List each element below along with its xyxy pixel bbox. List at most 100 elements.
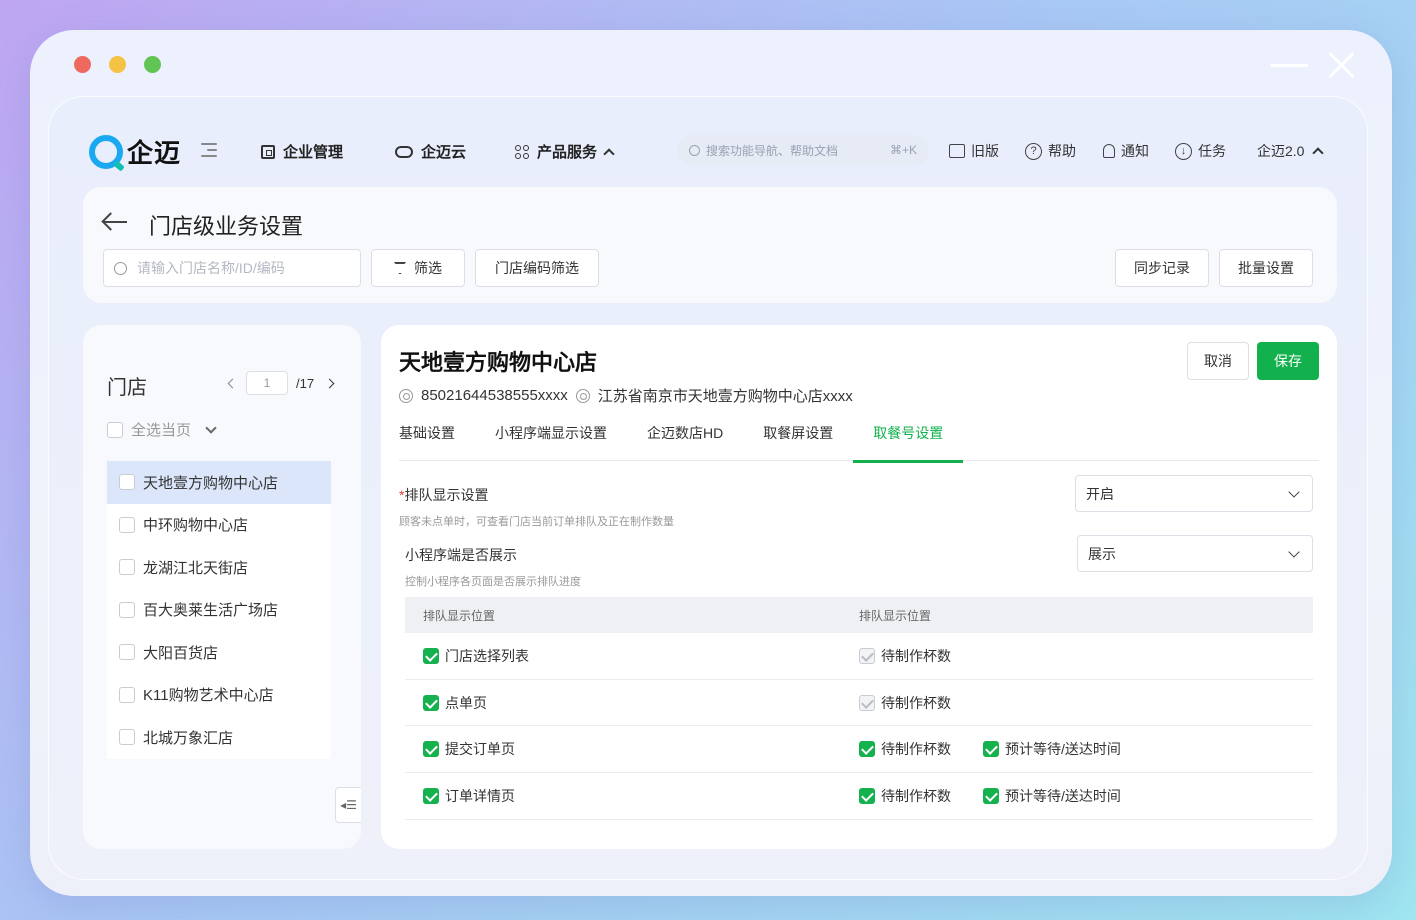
tool-tasks[interactable]: ↓ 任务 (1175, 141, 1226, 161)
close-window-dot[interactable] (74, 56, 91, 73)
store-checkbox[interactable] (119, 644, 135, 661)
store-search-input[interactable]: 请输入门店名称/ID/编码 (103, 249, 361, 287)
option[interactable]: 预计等待/送达时间 (983, 739, 1121, 759)
page-label: 门店选择列表 (445, 647, 529, 664)
page-cell[interactable]: 门店选择列表 (405, 646, 859, 666)
store-name: 天地壹方购物中心店 (143, 474, 279, 492)
store-name: 北城万象汇店 (143, 729, 234, 747)
column-header: 排队显示位置 (859, 608, 932, 623)
back-arrow-icon[interactable] (103, 211, 127, 233)
select-value: 展示 (1088, 545, 1116, 562)
tool-notifications[interactable]: 通知 (1103, 141, 1149, 161)
store-name: 百大奥莱生活广场店 (143, 602, 279, 620)
store-checkbox[interactable] (119, 474, 135, 491)
store-name: 龙湖江北天街店 (143, 559, 249, 577)
old-version-icon (949, 144, 965, 158)
tab-pickup-screen[interactable]: 取餐屏设置 (743, 421, 853, 461)
chevron-down-icon[interactable] (205, 421, 217, 434)
minimize-window-dot[interactable] (109, 56, 126, 73)
store-checkbox[interactable] (119, 516, 135, 533)
close-icon[interactable] (1326, 50, 1356, 80)
global-search-input[interactable]: 搜索功能导航、帮助文档 ⌘+K (677, 135, 929, 165)
tab-pickup-number[interactable]: 取餐号设置 (853, 421, 964, 463)
option-checkbox[interactable] (859, 741, 875, 758)
table-header: 排队显示位置 排队显示位置 (405, 597, 1313, 633)
save-button[interactable]: 保存 (1257, 342, 1319, 380)
logo-text: 企迈 (127, 138, 182, 168)
table-row: 门店选择列表 待制作杯数 (405, 633, 1313, 680)
setting-label: 小程序端是否展示 (405, 545, 581, 565)
option-checkbox[interactable] (859, 787, 875, 804)
store-code-filter-button[interactable]: 门店编码筛选 (475, 249, 599, 287)
batch-label: 批量设置 (1238, 260, 1294, 276)
miniprogram-display-select[interactable]: 展示 (1077, 535, 1313, 572)
option: 待制作杯数 (859, 646, 951, 666)
queue-display-select[interactable]: 开启 (1075, 475, 1313, 512)
chevron-left-icon[interactable] (227, 378, 238, 388)
store-checkbox[interactable] (119, 729, 135, 746)
list-item[interactable]: 天地壹方购物中心店 (107, 461, 331, 504)
store-checkbox[interactable] (119, 601, 135, 618)
tool-old-version[interactable]: 旧版 (949, 141, 999, 161)
tab-hd[interactable]: 企迈数店HD (627, 421, 743, 461)
sync-records-button[interactable]: 同步记录 (1115, 249, 1209, 287)
option-checkbox[interactable] (983, 787, 999, 804)
tool-label: 帮助 (1048, 143, 1076, 159)
page-total: /17 (296, 375, 315, 391)
page-checkbox[interactable] (423, 741, 439, 758)
collapse-panel-icon[interactable]: ◂☰ (335, 787, 361, 823)
select-all-label: 全选当页 (131, 422, 192, 439)
version-switch[interactable]: 企迈2.0 (1257, 141, 1325, 161)
page-cell[interactable]: 点单页 (405, 693, 859, 713)
menu-collapse-icon[interactable] (201, 143, 217, 157)
select-all-page[interactable]: 全选当页 (107, 419, 217, 440)
list-item[interactable]: 大阳百货店 (107, 631, 331, 674)
list-item[interactable]: 百大奥莱生活广场店 (107, 589, 331, 632)
option-checkbox[interactable] (983, 741, 999, 758)
top-navigation: 企迈 企业管理 企迈云 产品服务 搜索功能导航、帮助文档 ⌘+K 旧版 ? 帮助… (49, 97, 1367, 187)
page-checkbox[interactable] (423, 787, 439, 804)
chevron-up-icon (1312, 147, 1325, 159)
nav-enterprise[interactable]: 企业管理 (261, 141, 343, 162)
id-icon (399, 388, 413, 403)
chevron-right-icon[interactable] (324, 378, 335, 388)
version-label: 企迈2.0 (1257, 143, 1305, 159)
filter-button[interactable]: 筛选 (371, 249, 465, 287)
logo[interactable]: 企迈 (89, 133, 181, 170)
option[interactable]: 待制作杯数 (859, 786, 951, 806)
options-cell: 待制作杯数 (859, 693, 977, 713)
option[interactable]: 预计等待/送达时间 (983, 786, 1121, 806)
filter-label: 筛选 (414, 260, 442, 276)
batch-settings-button[interactable]: 批量设置 (1219, 249, 1313, 287)
store-checkbox[interactable] (119, 686, 135, 703)
list-item[interactable]: 龙湖江北天街店 (107, 546, 331, 589)
tab-basic[interactable]: 基础设置 (399, 421, 475, 461)
list-item[interactable]: K11购物艺术中心店 (107, 674, 331, 717)
cancel-button[interactable]: 取消 (1187, 342, 1249, 380)
select-all-checkbox[interactable] (107, 421, 123, 438)
page-number-input[interactable]: 1 (246, 371, 288, 395)
option-label: 待制作杯数 (881, 787, 951, 804)
maximize-window-dot[interactable] (144, 56, 161, 73)
store-checkbox[interactable] (119, 559, 135, 576)
nav-cloud[interactable]: 企迈云 (395, 141, 466, 162)
store-id: 85021644538555xxxx (421, 387, 568, 404)
page-label: 订单详情页 (445, 787, 515, 804)
list-item[interactable]: 中环购物中心店 (107, 504, 331, 547)
table-row: 提交订单页 待制作杯数 预计等待/送达时间 (405, 726, 1313, 774)
minimize-icon[interactable] (1270, 63, 1308, 67)
list-item[interactable]: 北城万象汇店 (107, 716, 331, 759)
page-checkbox[interactable] (423, 647, 439, 664)
select-value: 开启 (1086, 485, 1114, 502)
option[interactable]: 待制作杯数 (859, 739, 951, 759)
page-cell[interactable]: 订单详情页 (405, 786, 859, 806)
nav-products[interactable]: 产品服务 (515, 141, 615, 162)
search-icon (689, 144, 700, 156)
page-checkbox[interactable] (423, 694, 439, 711)
column-header: 排队显示位置 (423, 608, 496, 623)
page-cell[interactable]: 提交订单页 (405, 739, 859, 759)
option-label: 待制作杯数 (881, 694, 951, 711)
setting-label-text: 小程序端是否展示 (405, 547, 517, 563)
tab-miniprogram[interactable]: 小程序端显示设置 (475, 421, 627, 461)
tool-help[interactable]: ? 帮助 (1025, 141, 1076, 161)
